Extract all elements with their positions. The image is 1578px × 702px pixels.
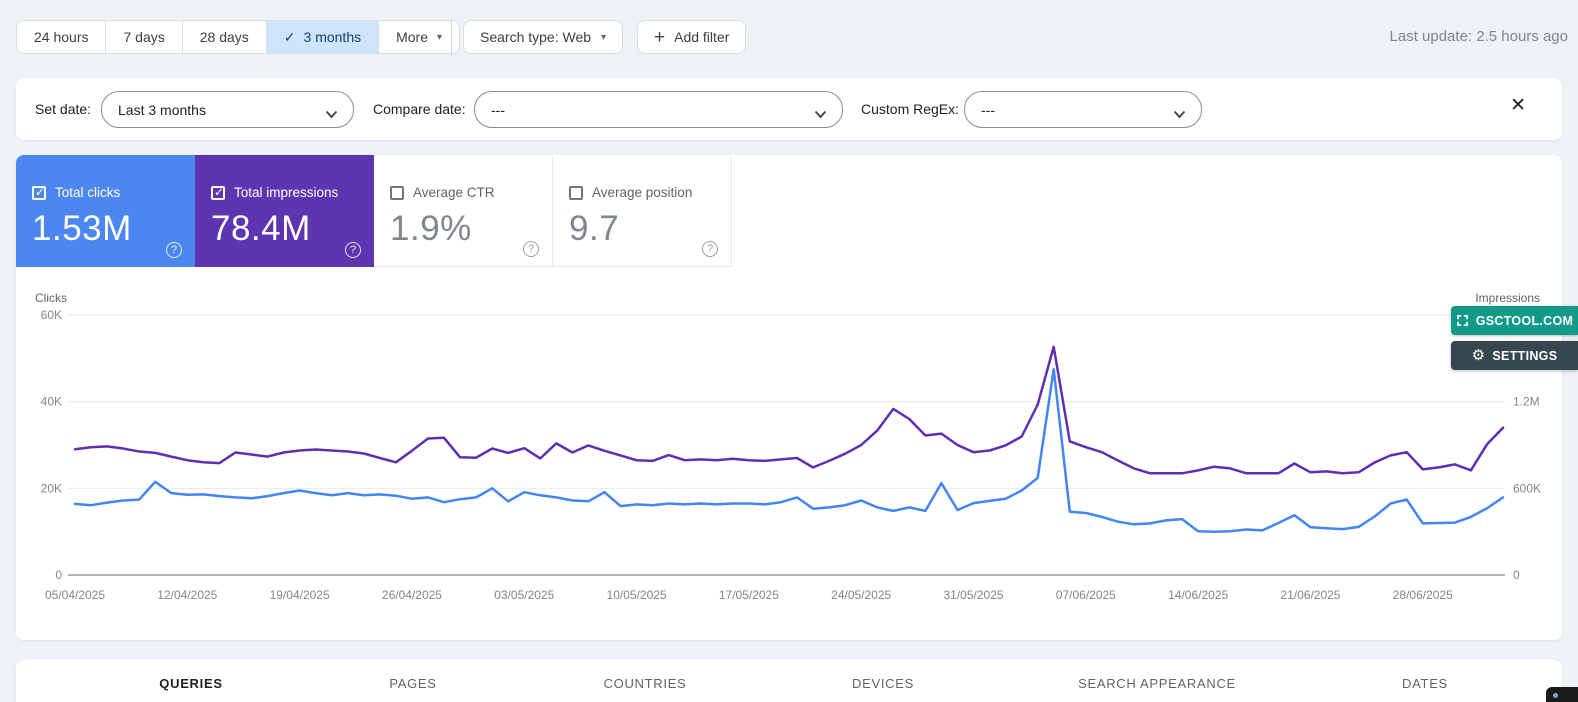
- dimension-tabs-card: QUERIES PAGES COUNTRIES DEVICES SEARCH A…: [16, 660, 1562, 702]
- x-axis-label: 21/06/2025: [1280, 588, 1340, 602]
- chevron-down-icon: [814, 106, 827, 122]
- x-axis-label: 10/05/2025: [607, 588, 667, 602]
- set-date-label: Set date:: [35, 101, 92, 117]
- gear-icon: ⚙: [1471, 347, 1486, 364]
- metric-tile-total-impressions[interactable]: ✓ Total impressions 78.4M ?: [195, 155, 374, 267]
- corner-widget[interactable]: [1546, 687, 1578, 702]
- x-axis-label: 26/04/2025: [382, 588, 442, 602]
- custom-regex-value: ---: [981, 101, 995, 118]
- left-axis-tick: 0: [55, 568, 62, 582]
- check-icon: ✓: [283, 28, 296, 45]
- settings-button[interactable]: ⚙ SETTINGS: [1451, 341, 1578, 370]
- x-axis-label: 17/05/2025: [719, 588, 779, 602]
- check-icon: ✓: [35, 184, 46, 199]
- right-axis-tick: 0: [1513, 568, 1520, 582]
- metric-label: Total impressions: [234, 185, 339, 200]
- right-axis-tick: 1.2M: [1513, 395, 1540, 409]
- range-label: 28 days: [199, 29, 249, 45]
- metric-value: 9.7: [569, 209, 620, 248]
- x-axis-label: 07/06/2025: [1056, 588, 1116, 602]
- range-button-7-days[interactable]: 7 days: [106, 21, 183, 53]
- filter-bar: Set date: Last 3 months Compare date: --…: [16, 78, 1562, 140]
- custom-regex-select[interactable]: ---: [964, 91, 1202, 128]
- range-button-24-hours[interactable]: 24 hours: [17, 21, 107, 53]
- caret-down-icon: ▾: [601, 31, 607, 43]
- tab-search-appearance[interactable]: SEARCH APPEARANCE: [1078, 676, 1236, 691]
- left-axis-title: Clicks: [35, 291, 67, 305]
- x-axis-label: 12/04/2025: [157, 588, 217, 602]
- range-button-more[interactable]: More ▾: [379, 21, 460, 53]
- checkbox-unchecked[interactable]: [390, 185, 404, 200]
- checkbox-checked[interactable]: ✓: [32, 184, 46, 200]
- metric-tile-average-position[interactable]: Average position 9.7 ?: [553, 155, 732, 267]
- chevron-down-icon: [1173, 106, 1186, 122]
- metric-tiles: ✓ Total clicks 1.53M ? ✓ Total impressio…: [16, 155, 732, 267]
- custom-regex-label: Custom RegEx:: [861, 101, 960, 117]
- add-filter-label: Add filter: [674, 29, 730, 45]
- checkbox-checked[interactable]: ✓: [211, 184, 225, 200]
- x-axis-label: 05/04/2025: [45, 588, 105, 602]
- settings-label: SETTINGS: [1492, 348, 1558, 363]
- x-axis-label: 03/05/2025: [494, 588, 554, 602]
- help-icon[interactable]: ?: [345, 242, 361, 258]
- range-button-3-months[interactable]: ✓ 3 months: [266, 21, 380, 53]
- x-axis-label: 19/04/2025: [270, 588, 330, 602]
- left-axis-tick: 40K: [41, 395, 62, 409]
- plus-icon: +: [654, 26, 666, 48]
- search-type-label: Search type: Web: [480, 29, 592, 45]
- help-icon[interactable]: ?: [702, 241, 718, 257]
- metric-value: 1.9%: [390, 209, 472, 248]
- right-axis-tick: 600K: [1513, 481, 1541, 495]
- metric-value: 78.4M: [211, 209, 311, 248]
- toolbar-divider: [451, 18, 452, 56]
- set-date-select[interactable]: Last 3 months: [101, 91, 354, 128]
- x-axis-label: 24/05/2025: [831, 588, 891, 602]
- range-label: 7 days: [123, 29, 165, 45]
- tab-countries[interactable]: COUNTRIES: [604, 676, 687, 691]
- left-axis-tick: 20K: [41, 481, 62, 495]
- metric-label: Average CTR: [413, 185, 495, 200]
- close-filter-bar-button[interactable]: ✕: [1510, 94, 1526, 117]
- help-icon[interactable]: ?: [523, 241, 539, 257]
- expand-icon: [1456, 314, 1469, 327]
- impressions-line: [73, 345, 1505, 475]
- corner-widget-dot: [1553, 693, 1558, 698]
- chevron-down-icon: [325, 106, 338, 122]
- metric-label: Average position: [592, 185, 693, 200]
- tab-queries[interactable]: QUERIES: [159, 676, 222, 691]
- x-axis-label: 14/06/2025: [1168, 588, 1228, 602]
- clicks-line: [73, 367, 1505, 533]
- x-axis-label: 31/05/2025: [943, 588, 1003, 602]
- check-icon: ✓: [214, 184, 225, 199]
- tab-dates[interactable]: DATES: [1402, 676, 1448, 691]
- metric-label: Total clicks: [55, 185, 121, 200]
- caret-down-icon: ▾: [437, 31, 443, 43]
- checkbox-unchecked[interactable]: [569, 185, 583, 200]
- compare-date-label: Compare date:: [373, 101, 466, 117]
- tab-pages[interactable]: PAGES: [389, 676, 436, 691]
- metric-value: 1.53M: [32, 209, 132, 248]
- add-filter-button[interactable]: + Add filter: [637, 20, 747, 54]
- right-axis-title: Impressions: [1475, 291, 1540, 305]
- x-axis-label: 28/06/2025: [1393, 588, 1453, 602]
- range-button-28-days[interactable]: 28 days: [182, 21, 267, 53]
- gsctool-label: GSCTOOL.COM: [1475, 313, 1574, 328]
- range-label: 3 months: [303, 29, 362, 45]
- range-label: 24 hours: [34, 29, 89, 45]
- compare-date-value: ---: [491, 101, 505, 118]
- search-type-button[interactable]: Search type: Web ▾: [463, 20, 624, 54]
- metric-tile-average-ctr[interactable]: Average CTR 1.9% ?: [374, 155, 553, 267]
- last-update-text: Last update: 2.5 hours ago: [1389, 28, 1568, 45]
- range-label: More: [396, 29, 429, 45]
- top-toolbar: 24 hours 7 days 28 days ✓ 3 months More …: [0, 0, 1578, 70]
- performance-card: 0 20K 40K 60K 0 600K 1.2M Clicks Impressions 05/0…: [16, 155, 1562, 640]
- set-date-value: Last 3 months: [118, 101, 206, 118]
- tab-devices[interactable]: DEVICES: [852, 676, 914, 691]
- date-range-selector: 24 hours 7 days 28 days ✓ 3 months More …: [16, 20, 461, 54]
- gsctool-button[interactable]: GSCTOOL.COM: [1451, 306, 1578, 335]
- left-axis-tick: 60K: [41, 308, 62, 322]
- compare-date-select[interactable]: ---: [474, 91, 843, 128]
- metric-tile-total-clicks[interactable]: ✓ Total clicks 1.53M ?: [16, 155, 195, 267]
- help-icon[interactable]: ?: [166, 242, 182, 258]
